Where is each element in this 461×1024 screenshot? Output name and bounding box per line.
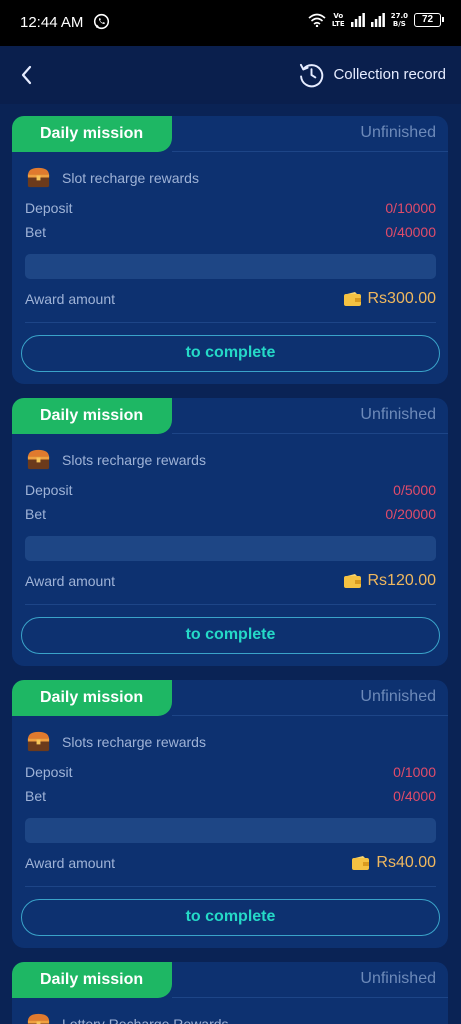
wallet-icon [352,856,370,870]
mission-tag: Daily mission [12,116,172,152]
award-row: Award amount Rs300.00 [25,290,436,308]
divider [172,715,448,716]
award-label: Award amount [25,291,116,307]
to-complete-button[interactable]: to complete [21,335,440,372]
bet-value: 0/20000 [385,506,436,522]
battery-icon: 72 [414,13,444,27]
wifi-icon [308,13,326,27]
bet-value: 0/4000 [393,788,436,804]
mission-tag: Daily mission [12,962,172,998]
deposit-row: Deposit 0/5000 [25,482,436,498]
mission-status: Unfinished [360,406,436,423]
deposit-label: Deposit [25,764,73,780]
treasure-chest-icon [27,167,50,188]
deposit-value: 0/1000 [393,764,436,780]
progress-bar [25,536,436,561]
deposit-row: Deposit 0/10000 [25,200,436,216]
deposit-value: 0/10000 [385,200,436,216]
mission-title-row: Slots recharge rewards [25,446,206,473]
divider [172,433,448,434]
award-value: Rs40.00 [376,854,436,871]
mission-title-row: Lottery Recharge Rewards [25,1010,229,1024]
collection-record-label: Collection record [333,66,446,83]
deposit-label: Deposit [25,200,73,216]
award-value: Rs120.00 [367,572,437,589]
mission-status: Unfinished [360,688,436,705]
to-complete-button[interactable]: to complete [21,617,440,654]
deposit-value: 0/5000 [393,482,436,498]
mission-title: Slots recharge rewards [62,451,206,468]
progress-bar [25,254,436,279]
divider [172,997,448,998]
data-speed: 27.0 B/S [390,12,408,28]
whatsapp-icon [93,13,110,30]
chevron-left-icon[interactable] [16,63,38,87]
deposit-label: Deposit [25,482,73,498]
bet-label: Bet [25,788,47,804]
volte-indicator: Vo LTE [331,12,345,28]
mission-title-row: Slot recharge rewards [25,164,199,191]
status-icons: Vo LTE 27.0 B/S 72 [308,12,444,28]
progress-bar [25,818,436,843]
mission-title-row: Slots recharge rewards [25,728,206,755]
bet-row: Bet 0/20000 [25,506,436,522]
wallet-icon [343,292,361,306]
mission-status: Unfinished [360,970,436,987]
bet-row: Bet 0/40000 [25,224,436,240]
mission-card: Daily mission Unfinished Lottery Recharg… [12,962,448,1024]
mission-card: Daily mission Unfinished Slot recharge r… [12,116,448,384]
status-time: 12:44 AM [20,14,84,31]
signal-icon-2 [370,13,385,27]
status-bar: 12:44 AM Vo LTE 27.0 B/S 72 [0,0,461,46]
mission-title: Slots recharge rewards [62,733,206,750]
mission-status: Unfinished [360,124,436,141]
bet-row: Bet 0/4000 [25,788,436,804]
award-row: Award amount Rs120.00 [25,572,436,590]
history-clock-icon [300,63,324,88]
deposit-row: Deposit 0/1000 [25,764,436,780]
bet-value: 0/40000 [385,224,436,240]
mission-card: Daily mission Unfinished Slots recharge … [12,398,448,666]
mission-title: Slot recharge rewards [62,169,199,186]
to-complete-button[interactable]: to complete [21,899,440,936]
bet-label: Bet [25,506,47,522]
award-amount: Rs40.00 [352,854,436,872]
treasure-chest-icon [27,1013,50,1024]
treasure-chest-icon [27,449,50,470]
bet-label: Bet [25,224,47,240]
mission-tag: Daily mission [12,398,172,434]
app-header: Collection record [0,46,461,104]
award-value: Rs300.00 [367,290,437,307]
mission-tag: Daily mission [12,680,172,716]
wallet-icon [343,574,361,588]
mission-title: Lottery Recharge Rewards [62,1015,229,1024]
treasure-chest-icon [27,731,50,752]
award-row: Award amount Rs40.00 [25,854,436,872]
divider [25,322,436,323]
award-amount: Rs300.00 [343,290,437,308]
signal-icon [350,13,365,27]
award-label: Award amount [25,573,116,589]
divider [172,151,448,152]
collection-record-button[interactable]: Collection record [298,61,446,88]
award-amount: Rs120.00 [343,572,437,590]
mission-card: Daily mission Unfinished Slots recharge … [12,680,448,948]
award-label: Award amount [25,855,116,871]
divider [25,886,436,887]
divider [25,604,436,605]
